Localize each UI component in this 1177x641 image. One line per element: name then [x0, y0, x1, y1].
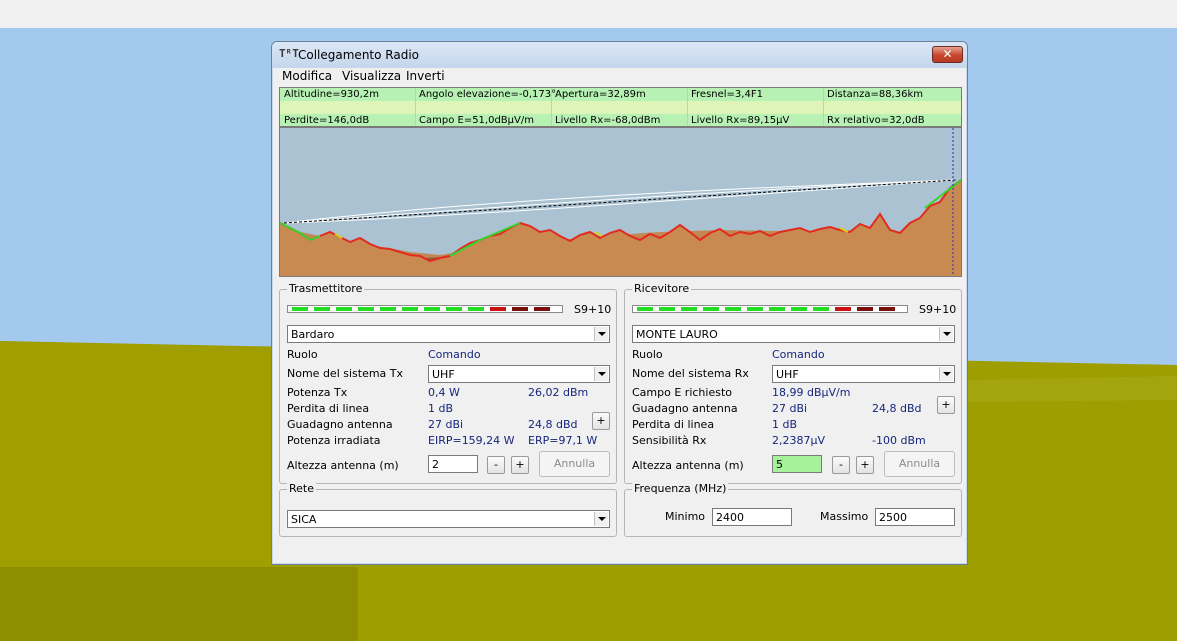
- tx-gain-plus-button[interactable]: +: [592, 412, 610, 430]
- rx-gain-plus-button[interactable]: +: [937, 396, 955, 414]
- title-bar: TᴿT Collegamento Radio ✕: [272, 42, 967, 68]
- network-value: SICA: [291, 513, 317, 526]
- network-group: Rete SICA: [279, 482, 617, 537]
- tx-system-label: Nome del sistema Tx: [287, 367, 404, 380]
- rx-system-label: Nome del sistema Rx: [632, 367, 749, 380]
- rx-role-value: Comando: [772, 348, 825, 361]
- tx-station-select[interactable]: Bardaro: [287, 325, 610, 343]
- app-antenna-icon: TᴿT: [279, 47, 299, 60]
- radio-link-window: TᴿT Collegamento Radio ✕ Modifica Visual…: [271, 41, 968, 565]
- window-title: Collegamento Radio: [298, 48, 420, 62]
- freq-min-label: Minimo: [665, 510, 706, 523]
- freq-max-label: Massimo: [820, 510, 869, 523]
- menu-modifica[interactable]: Modifica: [282, 69, 332, 83]
- rx-line-loss-label: Perdita di linea: [632, 418, 715, 431]
- chevron-down-icon[interactable]: [594, 512, 608, 526]
- tx-undo-button[interactable]: Annulla: [539, 451, 610, 477]
- rx-height-minus-button[interactable]: -: [832, 456, 850, 474]
- frequency-group: Frequenza (MHz) Minimo 2400 Massimo 2500: [624, 482, 962, 537]
- close-button[interactable]: ✕: [932, 46, 963, 63]
- rx-undo-button[interactable]: Annulla: [884, 451, 955, 477]
- tx-gain-label: Guadagno antenna: [287, 418, 393, 431]
- rx-sensitivity-label: Sensibilità Rx: [632, 434, 707, 447]
- terrain-profile-view: [279, 127, 962, 277]
- terrain-profile-graphic: [279, 128, 962, 276]
- info-rx-level-dbm: Livello Rx=-68,0dBm: [555, 115, 661, 126]
- transmitter-group: Trasmettitore S9+10 Bardaro Ruolo Comand…: [279, 282, 617, 484]
- rx-meter-label: S9+10: [919, 303, 957, 316]
- tx-gain-dbd: 24,8 dBd: [528, 418, 578, 431]
- rx-station-value: MONTE LAURO: [636, 328, 718, 341]
- rx-height-input[interactable]: 5: [772, 455, 822, 473]
- rx-field-label: Campo E richiesto: [632, 386, 732, 399]
- info-elevation-angle: Angolo elevazione=-0,173°: [419, 89, 557, 100]
- info-distance: Distanza=88,36km: [827, 89, 923, 100]
- chevron-down-icon[interactable]: [939, 367, 953, 381]
- rx-sensitivity-dbm: -100 dBm: [872, 434, 926, 447]
- rx-height-label: Altezza antenna (m): [632, 459, 744, 472]
- tx-signal-meter: [287, 305, 563, 313]
- tx-height-minus-button[interactable]: -: [487, 456, 505, 474]
- frequency-legend: Frequenza (MHz): [632, 482, 729, 495]
- tx-gain-dbi: 27 dBi: [428, 418, 464, 431]
- chevron-down-icon[interactable]: [594, 367, 608, 381]
- info-rx-level-uv: Livello Rx=89,15µV: [691, 115, 790, 126]
- tx-power-w: 0,4 W: [428, 386, 460, 399]
- rx-sensitivity-uv: 2,2387µV: [772, 434, 826, 447]
- rx-gain-dbi: 27 dBi: [772, 402, 808, 415]
- tx-role-value: Comando: [428, 348, 481, 361]
- info-aperture: Apertura=32,89m: [555, 89, 646, 100]
- rx-system-select[interactable]: UHF: [772, 365, 955, 383]
- rx-station-select[interactable]: MONTE LAURO: [632, 325, 955, 343]
- tx-system-value: UHF: [432, 368, 455, 381]
- chevron-down-icon[interactable]: [594, 327, 608, 341]
- tx-station-value: Bardaro: [291, 328, 335, 341]
- chevron-down-icon[interactable]: [939, 327, 953, 341]
- rx-gain-dbd: 24,8 dBd: [872, 402, 922, 415]
- rx-height-plus-button[interactable]: +: [856, 456, 874, 474]
- tx-eirp: EIRP=159,24 W: [428, 434, 515, 447]
- tx-height-input[interactable]: 2: [428, 455, 478, 473]
- tx-system-select[interactable]: UHF: [428, 365, 610, 383]
- tx-radiated-label: Potenza irradiata: [287, 434, 381, 447]
- link-info-panel: Altitudine=930,2m Angolo elevazione=-0,1…: [279, 87, 962, 127]
- receiver-group: Ricevitore S9+10 MONTE LAURO Ruolo Coman…: [624, 282, 962, 484]
- menu-bar: Modifica Visualizza Inverti: [276, 68, 965, 86]
- tx-power-label: Potenza Tx: [287, 386, 348, 399]
- receiver-legend: Ricevitore: [632, 282, 692, 295]
- rx-gain-label: Guadagno antenna: [632, 402, 738, 415]
- info-rx-relative: Rx relativo=32,0dB: [827, 115, 925, 126]
- tx-erp: ERP=97,1 W: [528, 434, 598, 447]
- tx-height-plus-button[interactable]: +: [511, 456, 529, 474]
- tx-height-label: Altezza antenna (m): [287, 459, 399, 472]
- info-altitude: Altitudine=930,2m: [284, 89, 379, 100]
- tx-power-dbm: 26,02 dBm: [528, 386, 589, 399]
- tx-line-loss-value: 1 dB: [428, 402, 454, 415]
- freq-min-input[interactable]: 2400: [712, 508, 792, 526]
- menu-visualizza[interactable]: Visualizza: [342, 69, 401, 83]
- info-losses: Perdite=146,0dB: [284, 115, 370, 126]
- freq-max-input[interactable]: 2500: [875, 508, 955, 526]
- tx-line-loss-label: Perdita di linea: [287, 402, 370, 415]
- rx-signal-meter: [632, 305, 908, 313]
- rx-field-value: 18,99 dBµV/m: [772, 386, 851, 399]
- menu-inverti[interactable]: Inverti: [406, 69, 445, 83]
- network-select[interactable]: SICA: [287, 510, 610, 528]
- info-fresnel: Fresnel=3,4F1: [691, 89, 763, 100]
- network-legend: Rete: [287, 482, 316, 495]
- client-area: Altitudine=930,2m Angolo elevazione=-0,1…: [276, 86, 965, 562]
- rx-line-loss-value: 1 dB: [772, 418, 798, 431]
- transmitter-legend: Trasmettitore: [287, 282, 365, 295]
- tx-role-label: Ruolo: [287, 348, 318, 361]
- info-e-field: Campo E=51,0dBµV/m: [419, 115, 534, 126]
- tx-meter-label: S9+10: [574, 303, 612, 316]
- rx-system-value: UHF: [776, 368, 799, 381]
- rx-role-label: Ruolo: [632, 348, 663, 361]
